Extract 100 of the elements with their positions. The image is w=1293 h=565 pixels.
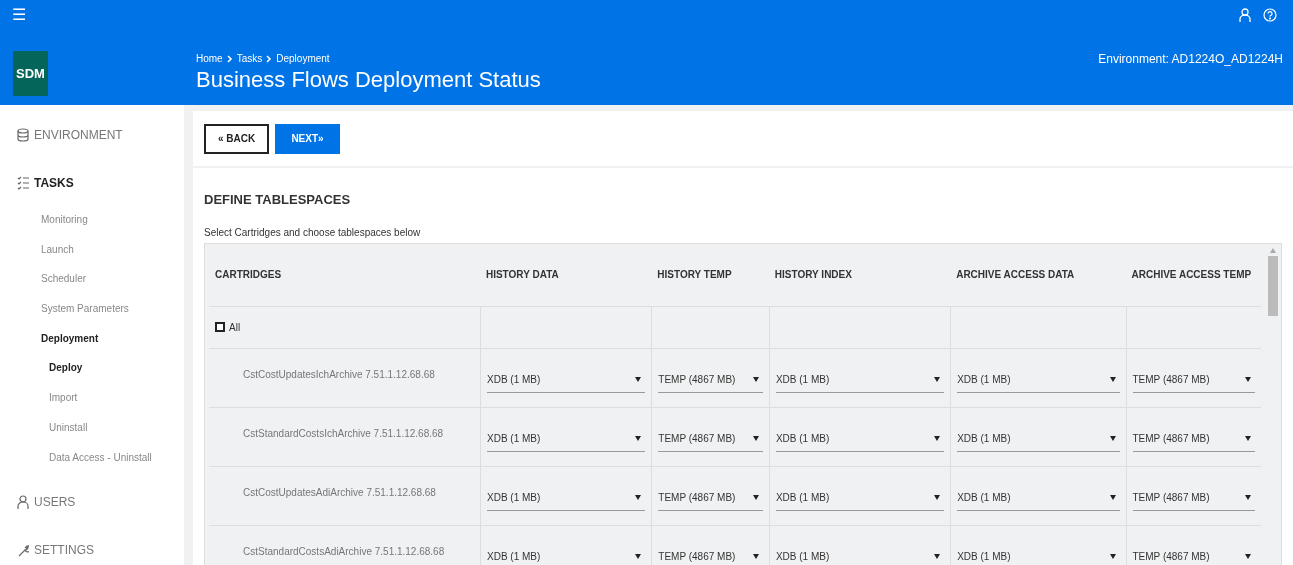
sidebar-item[interactable]: Deployment: [17, 330, 184, 361]
caret-icon: [752, 376, 759, 382]
dropdown[interactable]: TEMP (4867 MB): [1132, 543, 1255, 565]
dropdown[interactable]: XDB (1 MB): [957, 425, 1120, 452]
caret-icon: [1245, 376, 1251, 382]
select-all-checkbox[interactable]: [215, 322, 225, 332]
caret-icon: [1109, 494, 1116, 500]
dropdown-value: XDB (1 MB): [487, 549, 541, 564]
dropdown[interactable]: XDB (1 MB): [775, 543, 945, 565]
caret-icon: [635, 494, 642, 500]
user-icon[interactable]: [1239, 7, 1251, 23]
caret-icon: [934, 494, 941, 500]
dropdown-value: XDB (1 MB): [957, 431, 1011, 446]
section-subtitle: Select Cartridges and choose tablespaces below: [204, 225, 422, 240]
dropdown-value: TEMP (4867 MB): [658, 431, 736, 446]
dropdown-value: XDB (1 MB): [487, 431, 541, 446]
dropdown[interactable]: TEMP (4867 MB): [1132, 484, 1255, 511]
dropdown[interactable]: TEMP (4867 MB): [1132, 366, 1255, 393]
sidebar-item[interactable]: System Parameters: [17, 301, 184, 331]
dropdown[interactable]: XDB (1 MB): [775, 425, 945, 452]
dropdown-value: TEMP (4867 MB): [658, 490, 736, 505]
sidebar-item[interactable]: Import: [17, 390, 184, 420]
chevron-icon: [226, 54, 233, 63]
column-header: HISTORY DATA: [484, 268, 560, 282]
section-title: DEFINE TABLESPACES: [204, 191, 352, 209]
sidebar-item[interactable]: Launch: [17, 241, 184, 272]
back-button[interactable]: « BACK: [204, 123, 269, 154]
dropdown[interactable]: TEMP (4867 MB): [658, 425, 763, 452]
dropdown-value: XDB (1 MB): [775, 549, 830, 564]
dropdown-value: XDB (1 MB): [775, 431, 830, 446]
checkbox-label: All: [229, 320, 241, 335]
dropdown-value: TEMP (4867 MB): [1132, 431, 1210, 446]
dropdown[interactable]: XDB (1 MB): [487, 484, 646, 511]
chevron-icon: [266, 54, 273, 63]
dropdown[interactable]: TEMP (4867 MB): [658, 484, 763, 511]
sidebar-section[interactable]: SETTINGS: [34, 541, 94, 560]
dropdown[interactable]: TEMP (4867 MB): [658, 543, 763, 565]
dropdown-value: XDB (1 MB): [957, 372, 1011, 387]
cartridge-name: CstStandardCostsAdiArchive 7.51.1.12.68.68: [242, 544, 446, 559]
help-icon[interactable]: [1263, 8, 1277, 22]
caret-icon: [752, 435, 759, 441]
column-header: ARCHIVE ACCESS DATA: [955, 268, 1076, 282]
sidebar-item[interactable]: Scheduler: [17, 271, 184, 302]
dropdown-value: TEMP (4867 MB): [1132, 372, 1210, 387]
dropdown[interactable]: XDB (1 MB): [775, 366, 945, 393]
breadcrumb-link[interactable]: Home: [196, 51, 223, 66]
dropdown-value: TEMP (4867 MB): [1132, 549, 1210, 564]
cartridge-name: CstCostUpdatesIchArchive 7.51.1.12.68.68: [242, 367, 436, 382]
menu-icon[interactable]: ☰: [12, 7, 26, 23]
dropdown-value: XDB (1 MB): [487, 490, 541, 505]
sidebar-item[interactable]: Data Access - Uninstall: [17, 449, 184, 480]
dropdown-value: XDB (1 MB): [775, 372, 830, 387]
dropdown[interactable]: XDB (1 MB): [487, 425, 646, 452]
dropdown-value: TEMP (4867 MB): [658, 549, 736, 564]
caret-icon: [1109, 376, 1116, 382]
sidebar-item[interactable]: Deploy: [17, 360, 184, 391]
user-icon: [17, 495, 29, 510]
caret-icon: [934, 435, 941, 441]
column-header: HISTORY INDEX: [773, 268, 853, 282]
dropdown-value: XDB (1 MB): [775, 490, 830, 505]
caret-icon: [635, 376, 642, 382]
logo: SDM: [13, 51, 48, 96]
column-header: HISTORY TEMP: [656, 268, 733, 282]
sidebar-section[interactable]: TASKS: [34, 174, 74, 192]
page-title: Business Flows Deployment Status: [196, 66, 542, 94]
caret-icon: [1245, 494, 1251, 500]
checklist-icon: [17, 176, 29, 190]
caret-icon: [635, 435, 642, 441]
dropdown[interactable]: XDB (1 MB): [957, 543, 1120, 565]
dropdown[interactable]: TEMP (4867 MB): [1132, 425, 1255, 452]
sidebar-item[interactable]: Uninstall: [17, 419, 184, 450]
caret-icon: [934, 553, 941, 559]
sidebar-item[interactable]: Monitoring: [17, 212, 184, 242]
column-header: ARCHIVE ACCESS TEMP: [1130, 268, 1253, 282]
dropdown[interactable]: XDB (1 MB): [775, 484, 945, 511]
caret-icon: [635, 553, 642, 559]
sidebar-section[interactable]: ENVIRONMENT: [34, 126, 123, 144]
dropdown[interactable]: TEMP (4867 MB): [658, 366, 763, 393]
breadcrumb-link[interactable]: Tasks: [236, 51, 263, 66]
dropdown-value: XDB (1 MB): [957, 490, 1011, 505]
caret-icon: [934, 376, 941, 382]
caret-icon: [1109, 435, 1116, 441]
dropdown-value: XDB (1 MB): [487, 372, 541, 387]
dropdown-value: TEMP (4867 MB): [1132, 490, 1210, 505]
caret-icon: [1245, 435, 1251, 441]
dropdown[interactable]: XDB (1 MB): [957, 484, 1120, 511]
dropdown[interactable]: XDB (1 MB): [957, 366, 1120, 393]
wrench-icon: [17, 543, 29, 558]
sidebar-section[interactable]: USERS: [34, 493, 76, 512]
caret-icon: [1109, 553, 1116, 559]
dropdown-value: TEMP (4867 MB): [658, 372, 736, 387]
dropdown[interactable]: XDB (1 MB): [487, 366, 646, 393]
dropdown-value: XDB (1 MB): [957, 549, 1011, 564]
environment-label: Environment: AD1224O_AD1224H: [1098, 51, 1284, 68]
caret-icon: [1245, 553, 1251, 559]
scrollbar-thumb[interactable]: [1268, 255, 1278, 316]
breadcrumb-link[interactable]: Deployment: [276, 51, 330, 66]
dropdown[interactable]: XDB (1 MB): [487, 543, 646, 565]
next-button[interactable]: NEXT»: [275, 123, 340, 154]
cartridge-name: CstStandardCostsIchArchive 7.51.1.12.68.68: [242, 426, 445, 441]
